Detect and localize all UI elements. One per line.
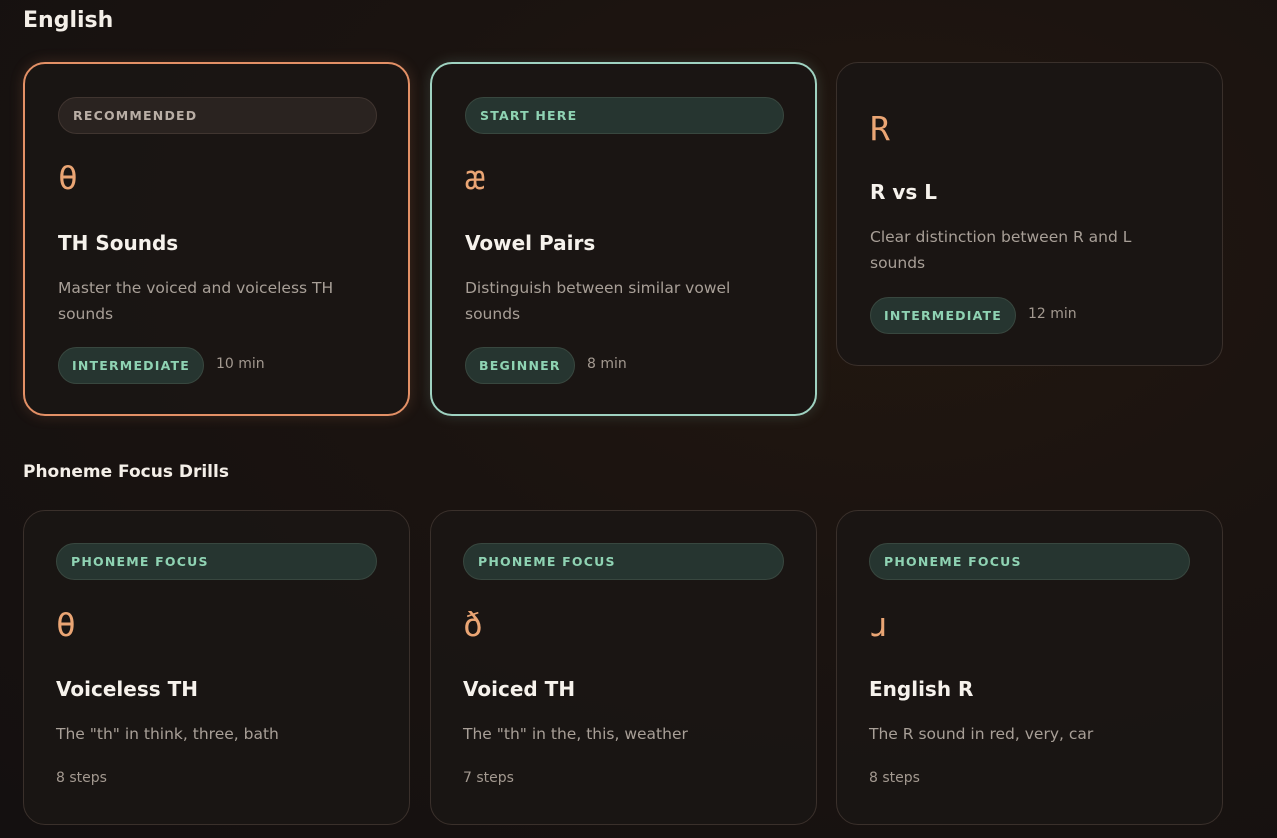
card-title: English R <box>869 677 974 701</box>
phoneme-symbol: ð <box>463 605 483 644</box>
duration-label: 8 min <box>587 356 627 372</box>
lesson-card-r-vs-l[interactable]: R R vs L Clear distinction between R and… <box>836 62 1223 366</box>
level-badge: INTERMEDIATE <box>58 347 204 384</box>
recommended-badge: RECOMMENDED <box>58 97 377 134</box>
card-title: Voiced TH <box>463 677 576 701</box>
card-description: Clear distinction between R and L sounds <box>870 228 1132 272</box>
steps-count: 8 steps <box>56 770 107 786</box>
lesson-card-vowel-pairs[interactable]: START HERE æ Vowel Pairs Distinguish bet… <box>430 62 817 416</box>
card-description: The "th" in think, three, bath <box>56 725 279 743</box>
phoneme-focus-badge: PHONEME FOCUS <box>56 543 377 580</box>
duration-label: 10 min <box>216 356 265 372</box>
phoneme-focus-badge: PHONEME FOCUS <box>869 543 1190 580</box>
card-description: The "th" in the, this, weather <box>463 725 688 743</box>
card-description: The R sound in red, very, car <box>869 725 1094 743</box>
phoneme-focus-badge: PHONEME FOCUS <box>463 543 784 580</box>
phoneme-symbol: ɹ <box>869 605 889 644</box>
section-title-english: English <box>23 8 114 33</box>
lesson-card-th-sounds[interactable]: RECOMMENDED θ TH Sounds Master the voice… <box>23 62 410 416</box>
phoneme-symbol: R <box>870 109 890 148</box>
card-title: Vowel Pairs <box>465 231 596 255</box>
phoneme-symbol: θ <box>58 158 78 197</box>
card-title: Voiceless TH <box>56 677 198 701</box>
section-title-drills: Phoneme Focus Drills <box>23 462 229 482</box>
steps-count: 8 steps <box>869 770 920 786</box>
card-title: R vs L <box>870 180 938 204</box>
steps-count: 7 steps <box>463 770 514 786</box>
card-description: Distinguish between similar vowel sounds <box>465 279 731 323</box>
phoneme-symbol: æ <box>465 158 485 197</box>
drill-card-voiced-th[interactable]: PHONEME FOCUS ð Voiced TH The "th" in th… <box>430 510 817 825</box>
phoneme-symbol: θ <box>56 605 76 644</box>
duration-label: 12 min <box>1028 306 1077 322</box>
card-title: TH Sounds <box>58 231 179 255</box>
card-description: Master the voiced and voiceless TH sound… <box>58 279 334 323</box>
drill-card-english-r[interactable]: PHONEME FOCUS ɹ English R The R sound in… <box>836 510 1223 825</box>
level-badge: INTERMEDIATE <box>870 297 1016 334</box>
drill-card-voiceless-th[interactable]: PHONEME FOCUS θ Voiceless TH The "th" in… <box>23 510 410 825</box>
start-here-badge: START HERE <box>465 97 784 134</box>
level-badge: BEGINNER <box>465 347 575 384</box>
